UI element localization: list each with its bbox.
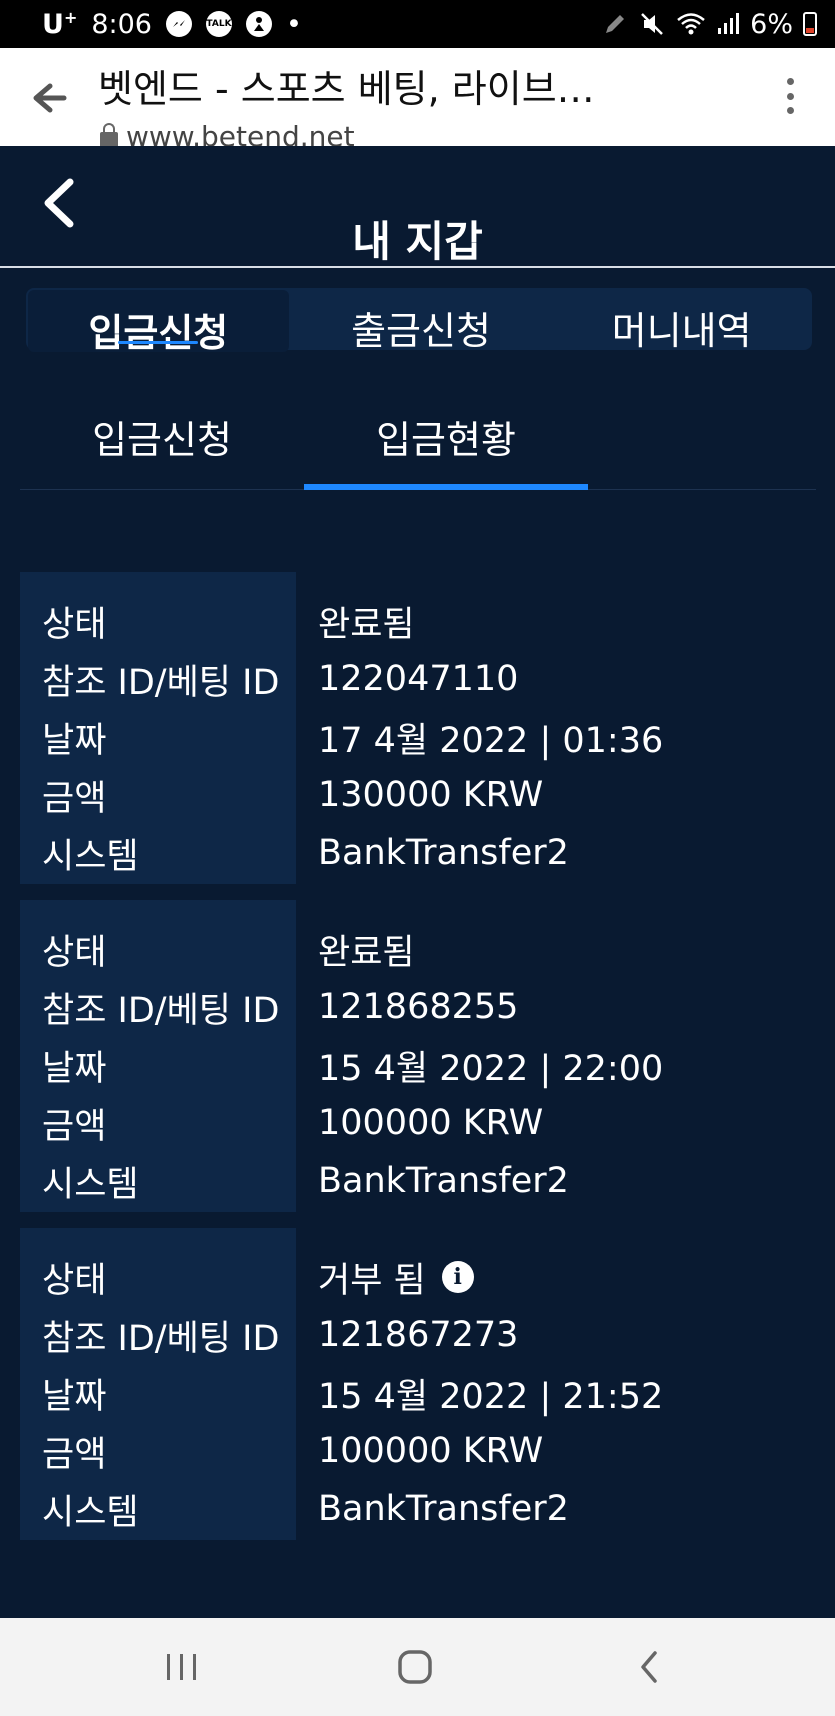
system-value: BankTransfer2 xyxy=(318,1489,569,1529)
amount-label: 금액 xyxy=(42,1434,107,1475)
amount-value: 100000 KRW xyxy=(318,1431,544,1471)
deposit-sub-tabs: 입금신청 입금현황 xyxy=(20,394,816,490)
ref-id-label: 참조 ID/베팅 ID xyxy=(42,662,280,703)
amount-label: 금액 xyxy=(42,1106,107,1147)
clock: 8:06 xyxy=(91,8,152,40)
deposit-record: 상태 완료됨 참조 ID/베팅 ID 122047110 날짜 17 4월 2022 … xyxy=(20,572,816,884)
mute-icon xyxy=(641,13,664,35)
info-icon[interactable]: i xyxy=(441,1261,474,1293)
browser-page-title[interactable]: 벳엔드 - 스포츠 베팅, 라이브… xyxy=(98,58,698,113)
status-label: 상태 xyxy=(42,932,107,973)
date-value: 15 4월 2022 | 21:52 xyxy=(318,1376,664,1417)
messenger-icon xyxy=(165,11,192,37)
browser-toolbar: 벳엔드 - 스포츠 베팅, 라이브… www.betend.net xyxy=(0,48,835,146)
edit-icon xyxy=(606,15,625,33)
status-value: 완료됨 xyxy=(318,932,415,973)
wallet-tabs: 입금신청 출금신청 머니내역 xyxy=(26,288,812,352)
system-label: 시스템 xyxy=(42,836,139,877)
ref-id-label: 참조 ID/베팅 ID xyxy=(42,990,280,1031)
wifi-icon xyxy=(677,13,705,35)
lock-icon xyxy=(100,122,118,146)
browser-url[interactable]: www.betend.net xyxy=(100,120,355,146)
date-label: 날짜 xyxy=(42,1048,107,1089)
browser-back-icon[interactable] xyxy=(28,78,70,118)
subtab-deposit-request[interactable]: 입금신청 xyxy=(20,394,304,489)
ref-id-value: 122047110 xyxy=(318,659,519,699)
system-value: BankTransfer2 xyxy=(318,833,569,873)
recent-apps-icon[interactable] xyxy=(152,1642,212,1692)
status-value: 거부 됨i xyxy=(296,1252,474,1303)
page-title: 내 지갑 xyxy=(352,217,483,266)
battery-percent: 6% xyxy=(750,8,793,40)
status-label: 상태 xyxy=(42,1260,107,1301)
url-text: www.betend.net xyxy=(126,120,355,146)
system-navigation-bar xyxy=(0,1618,835,1716)
system-label: 시스템 xyxy=(42,1492,139,1533)
active-tab-indicator xyxy=(118,341,198,344)
app-notification-icon xyxy=(245,11,272,37)
date-value: 17 4월 2022 | 01:36 xyxy=(318,720,664,761)
tab-withdraw-request[interactable]: 출금신청 xyxy=(291,288,552,350)
kakaotalk-icon: TALK xyxy=(205,11,232,37)
system-label: 시스템 xyxy=(42,1164,139,1205)
subtab-deposit-status[interactable]: 입금현황 xyxy=(304,394,588,490)
amount-value: 100000 KRW xyxy=(318,1103,544,1143)
ref-id-value: 121868255 xyxy=(318,987,519,1027)
page-header: 내 지갑 xyxy=(0,146,835,268)
amount-value: 130000 KRW xyxy=(318,775,544,815)
deposit-record: 상태 거부 됨i 참조 ID/베팅 ID 121867273 날짜 15 4월 202… xyxy=(20,1228,816,1540)
amount-label: 금액 xyxy=(42,778,107,819)
browser-menu-icon[interactable] xyxy=(785,78,795,114)
system-back-icon[interactable] xyxy=(620,1642,680,1692)
date-value: 15 4월 2022 | 22:00 xyxy=(318,1048,664,1089)
tab-money-history[interactable]: 머니내역 xyxy=(551,288,812,350)
status-value: 완료됨 xyxy=(318,604,415,645)
notification-dot: • xyxy=(285,8,302,40)
ref-id-label: 참조 ID/베팅 ID xyxy=(42,1318,280,1359)
date-label: 날짜 xyxy=(42,1376,107,1417)
home-icon[interactable] xyxy=(385,1642,445,1692)
carrier-label: U+ xyxy=(42,8,78,40)
date-label: 날짜 xyxy=(42,720,107,761)
status-label: 상태 xyxy=(42,604,107,645)
deposit-record: 상태 완료됨 참조 ID/베팅 ID 121868255 날짜 15 4월 2022 … xyxy=(20,900,816,1212)
system-value: BankTransfer2 xyxy=(318,1161,569,1201)
signal-icon xyxy=(718,13,740,34)
tab-deposit-request[interactable]: 입금신청 xyxy=(28,290,289,352)
status-bar: U+ 8:06 TALK • 6% xyxy=(0,0,835,48)
battery-icon xyxy=(803,12,817,36)
ref-id-value: 121867273 xyxy=(318,1315,519,1355)
